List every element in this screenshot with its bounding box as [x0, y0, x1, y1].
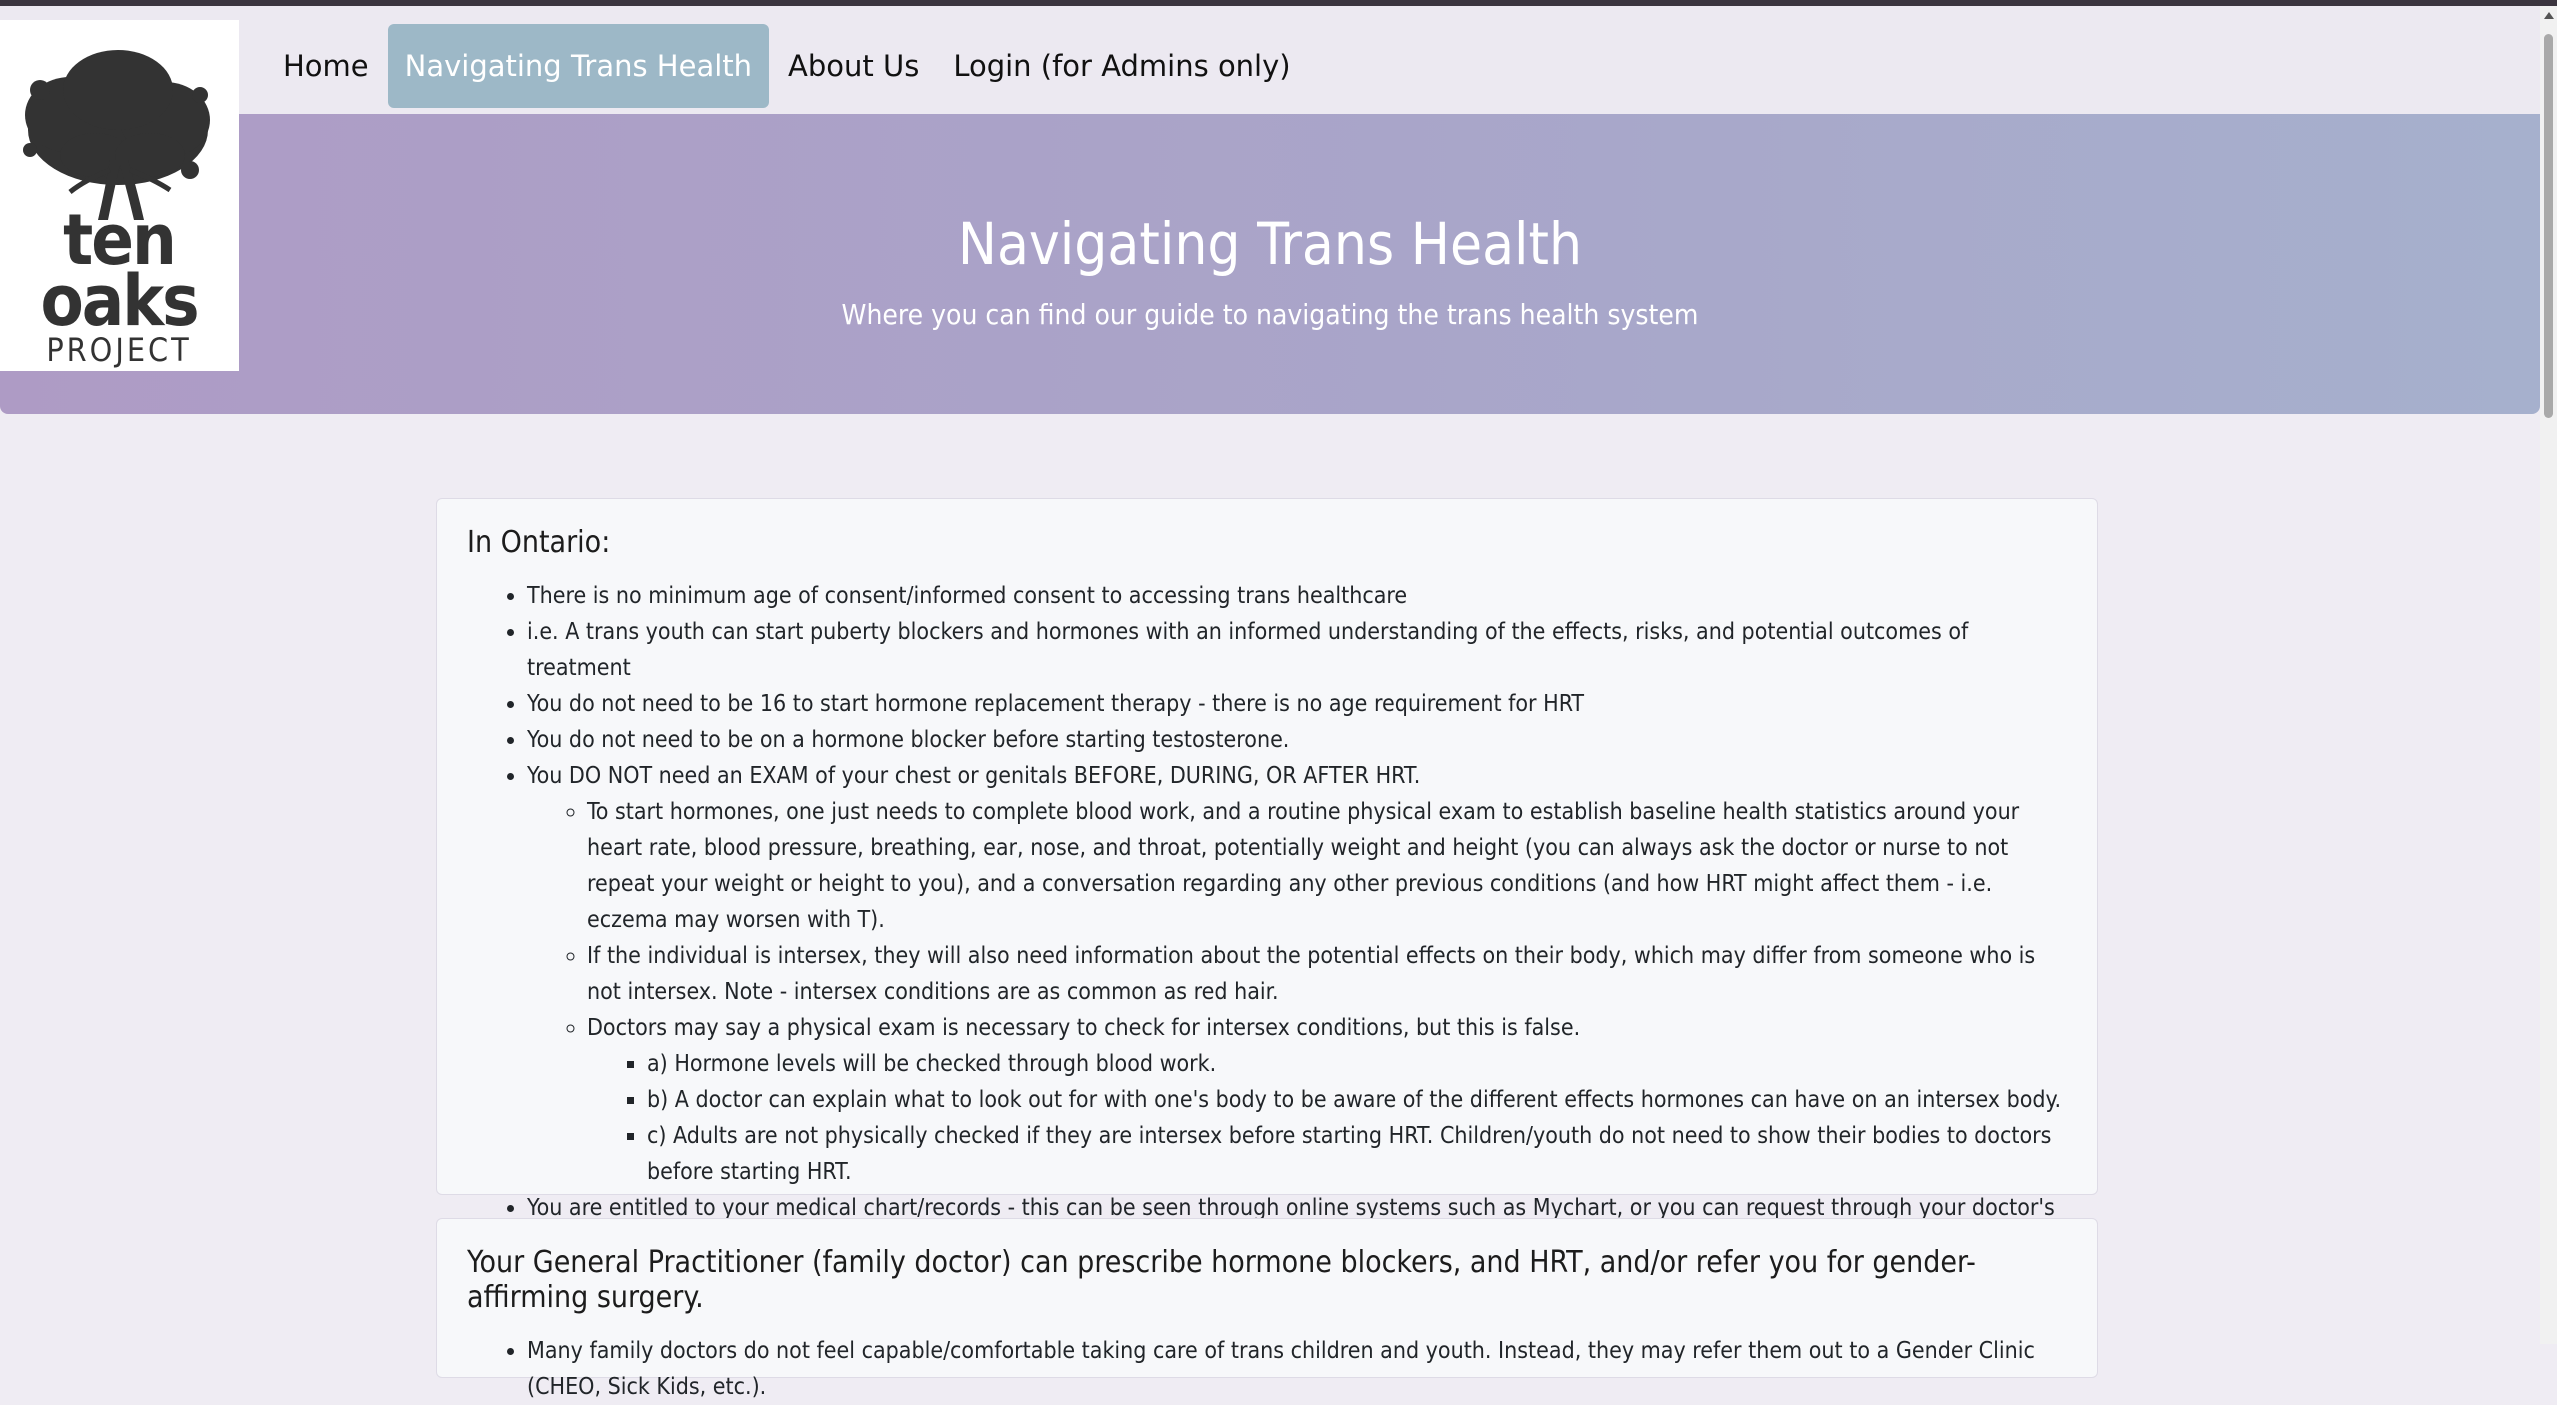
nav-about-us[interactable]: About Us — [771, 24, 936, 108]
list-item: You DO NOT need an EXAM of your chest or… — [527, 758, 2067, 1190]
nav-login[interactable]: Login (for Admins only) — [936, 24, 1307, 108]
list-item: You do not need to be 16 to start hormon… — [527, 686, 2067, 722]
ontario-list: There is no minimum age of consent/infor… — [467, 578, 2067, 1262]
section-heading: In Ontario: — [467, 525, 611, 560]
list-item: a) Hormone levels will be checked throug… — [647, 1046, 2067, 1082]
list-item: b) A doctor can explain what to look out… — [647, 1082, 2067, 1118]
hero-banner: Navigating Trans Health Where you can fi… — [0, 114, 2540, 414]
intersex-sublist: a) Hormone levels will be checked throug… — [587, 1046, 2067, 1190]
logo-word-project: PROJECT — [46, 331, 191, 369]
page-title: Navigating Trans Health — [957, 210, 1583, 278]
top-navbar: Home Navigating Trans Health About Us Lo… — [0, 6, 2540, 114]
list-item: To start hormones, one just needs to com… — [587, 794, 2067, 938]
logo-word-oaks: oaks — [40, 260, 197, 342]
ontario-info-card: In Ontario: There is no minimum age of c… — [436, 498, 2098, 1257]
scrollbar-thumb[interactable] — [2544, 34, 2553, 418]
list-item: There is no minimum age of consent/infor… — [527, 578, 2067, 614]
list-item-text: You DO NOT need an EXAM of your chest or… — [527, 763, 1421, 789]
list-item: c) Adults are not physically checked if … — [647, 1118, 2067, 1190]
nav-home[interactable]: Home — [266, 24, 386, 108]
nav-navigating-trans-health[interactable]: Navigating Trans Health — [387, 24, 770, 108]
section-heading: Your General Practitioner (family doctor… — [467, 1245, 1976, 1315]
list-item-text: Doctors may say a physical exam is neces… — [587, 1015, 1581, 1041]
ten-oaks-logo[interactable]: ten oaks PROJECT — [0, 20, 239, 371]
list-item: If the individual is intersex, they will… — [587, 938, 2067, 1010]
list-item: You do not need to be on a hormone block… — [527, 722, 2067, 758]
tree-logo-icon: ten oaks PROJECT — [23, 50, 210, 369]
exam-sublist: To start hormones, one just needs to com… — [527, 794, 2067, 1190]
page-subtitle: Where you can find our guide to navigati… — [841, 298, 1699, 331]
nav-links: Home Navigating Trans Health About Us Lo… — [266, 24, 1308, 108]
list-item: Doctors may say a physical exam is neces… — [587, 1010, 2067, 1190]
list-item: i.e. A trans youth can start puberty blo… — [527, 614, 2067, 686]
page-scrollbar[interactable] — [2540, 6, 2557, 1344]
general-practitioner-card: Your General Practitioner (family doctor… — [436, 1218, 2098, 1400]
scroll-up-arrow-icon[interactable] — [2544, 12, 2554, 19]
